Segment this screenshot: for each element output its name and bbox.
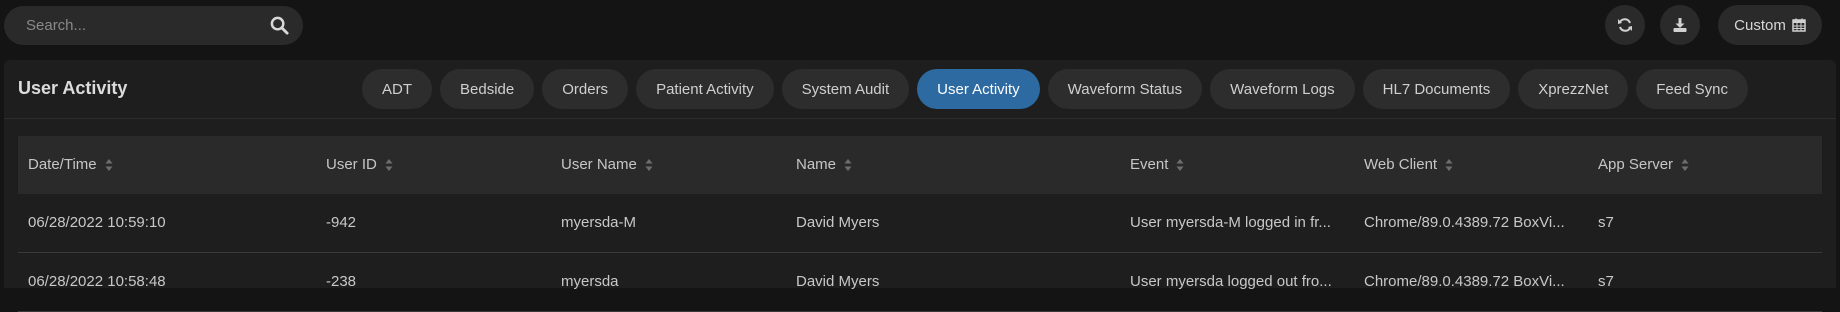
cell-user-name: myersda	[561, 273, 619, 290]
table-row[interactable]: 06/28/2022 10:58:48 -238 myersda David M…	[18, 253, 1822, 312]
download-button[interactable]	[1660, 5, 1700, 45]
cell-web-client: Chrome/89.0.4389.72 BoxVi...	[1364, 214, 1565, 231]
top-toolbar: Custom	[0, 0, 1840, 50]
search-input[interactable]	[26, 17, 266, 34]
column-label: App Server	[1598, 156, 1674, 173]
cell-name: David Myers	[796, 214, 880, 231]
tab-patient-activity[interactable]: Patient Activity	[636, 69, 774, 109]
tab-adt[interactable]: ADT	[362, 69, 432, 109]
search-box	[4, 6, 303, 45]
column-header-web-client[interactable]: Web Client	[1364, 156, 1453, 173]
table-header: Date/Time User ID User Name Name Event W…	[18, 136, 1822, 194]
cell-app-server: s7	[1598, 214, 1614, 231]
sort-icon	[645, 158, 653, 171]
column-header-user-name[interactable]: User Name	[561, 156, 653, 173]
column-label: Date/Time	[28, 156, 97, 173]
tab-waveform-logs[interactable]: Waveform Logs	[1210, 69, 1355, 109]
column-header-user-id[interactable]: User ID	[326, 156, 393, 173]
sort-icon	[385, 158, 393, 171]
column-label: Name	[796, 156, 837, 173]
refresh-icon	[1618, 18, 1632, 32]
cell-name: David Myers	[796, 273, 880, 290]
tab-hl7-documents[interactable]: HL7 Documents	[1362, 69, 1511, 109]
cell-event: User myersda logged out fro...	[1130, 273, 1332, 290]
tab-feed-sync[interactable]: Feed Sync	[1636, 69, 1748, 109]
sort-icon	[1445, 158, 1453, 171]
tab-waveform-status[interactable]: Waveform Status	[1047, 69, 1203, 109]
table-row[interactable]: 06/28/2022 10:59:10 -942 myersda-M David…	[18, 194, 1822, 253]
cell-datetime: 06/28/2022 10:59:10	[28, 214, 166, 231]
column-label: User Name	[561, 156, 637, 173]
panel-title: User Activity	[18, 78, 128, 98]
cell-user-id: -238	[326, 273, 357, 290]
column-header-app-server[interactable]: App Server	[1598, 156, 1689, 173]
tab-bedside[interactable]: Bedside	[440, 69, 535, 109]
tab-user-activity[interactable]: User Activity	[917, 69, 1040, 109]
activity-table: Date/Time User ID User Name Name Event W…	[18, 136, 1822, 312]
custom-range-label: Custom	[1734, 16, 1786, 34]
tab-system-audit[interactable]: System Audit	[781, 69, 910, 109]
custom-range-button[interactable]: Custom	[1718, 5, 1822, 45]
cell-datetime: 06/28/2022 10:58:48	[28, 273, 166, 290]
sort-icon	[1176, 158, 1184, 171]
search-icon[interactable]	[270, 16, 289, 35]
cell-app-server: s7	[1598, 273, 1614, 290]
user-activity-panel: User Activity ADT Bedside Orders Patient…	[4, 60, 1836, 312]
column-label: User ID	[326, 156, 377, 173]
column-header-datetime[interactable]: Date/Time	[28, 156, 113, 173]
tab-orders[interactable]: Orders	[542, 69, 629, 109]
column-header-event[interactable]: Event	[1130, 156, 1184, 173]
cell-event: User myersda-M logged in fr...	[1130, 214, 1331, 231]
report-tabs: ADT Bedside Orders Patient Activity Syst…	[362, 69, 1748, 109]
column-label: Web Client	[1364, 156, 1438, 173]
column-label: Event	[1130, 156, 1169, 173]
sort-icon	[844, 158, 852, 171]
refresh-button[interactable]	[1605, 5, 1645, 45]
calendar-icon	[1792, 18, 1806, 32]
column-header-name[interactable]: Name	[796, 156, 852, 173]
sort-icon	[1681, 158, 1689, 171]
cell-user-name: myersda-M	[561, 214, 637, 231]
cell-user-id: -942	[326, 214, 357, 231]
sort-icon	[105, 158, 113, 171]
cell-web-client: Chrome/89.0.4389.72 BoxVi...	[1364, 273, 1565, 290]
tab-xprezznet[interactable]: XprezzNet	[1518, 69, 1629, 109]
download-icon	[1673, 18, 1687, 32]
header-divider	[4, 118, 1836, 119]
